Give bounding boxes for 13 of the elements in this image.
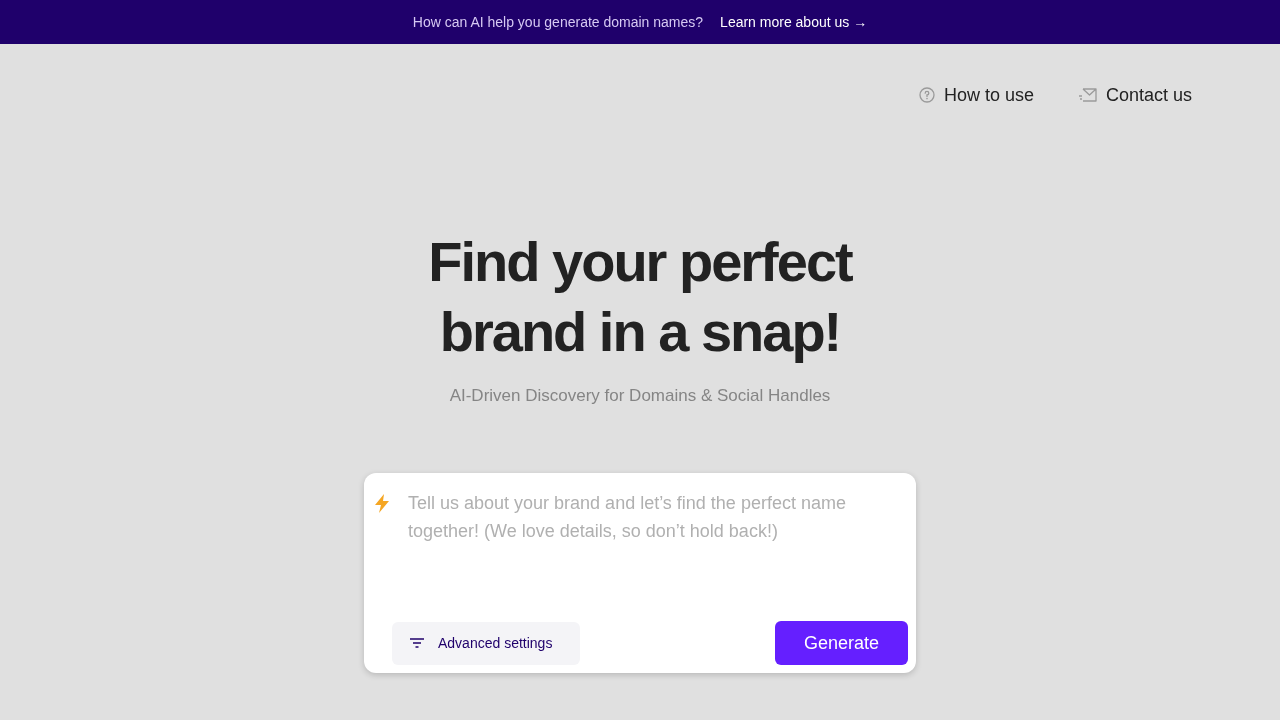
envelope-icon — [1078, 88, 1097, 102]
nav-link[interactable]: Contact us — [1078, 84, 1192, 106]
lightning-icon — [375, 494, 389, 513]
headline: Find your perfect brand in a snap! — [427, 229, 854, 365]
learn-more-link[interactable]: Learn more about us → — [720, 14, 868, 30]
advanced-settings-button[interactable]: Advanced settings — [392, 621, 580, 665]
filter-icon — [410, 638, 424, 648]
prompt-composer[interactable]: Tell us about your brand and let’s find the perfect name together! (We love details, so don’t hold back!) Advanced settings Generate — [364, 473, 916, 673]
nav-link[interactable]: How to use — [918, 84, 1034, 106]
generate-button[interactable]: Generate — [775, 621, 908, 665]
help-icon — [918, 87, 935, 103]
banner-text: How can AI help you generate domain names? — [412, 14, 704, 30]
subtitle: AI-Driven Discovery for Domains & Social Handles — [449, 386, 831, 406]
